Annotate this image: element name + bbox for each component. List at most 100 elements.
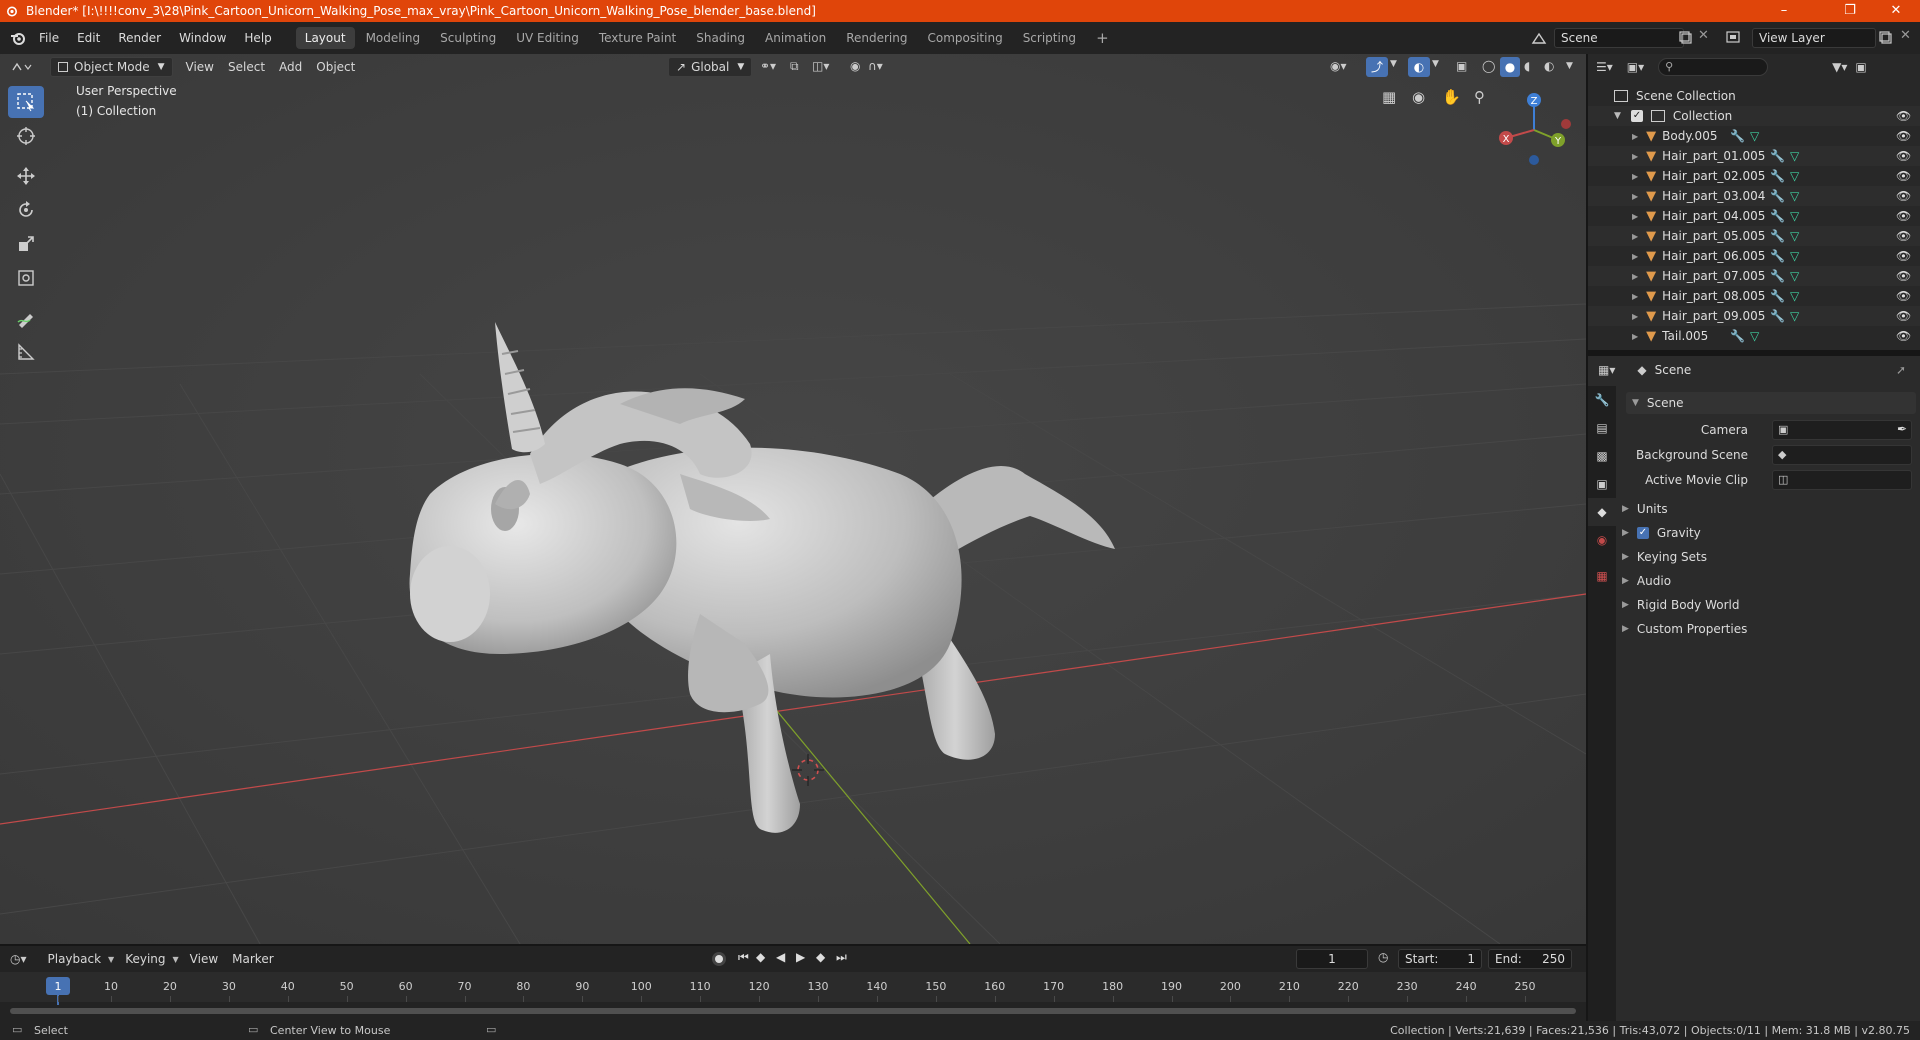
visibility-eye-icon[interactable]: 👁: [1896, 269, 1911, 283]
select-box-tool[interactable]: [8, 86, 44, 118]
filter-icon[interactable]: ▼▾: [1832, 60, 1847, 74]
outliner-row-object[interactable]: ▶ ▼ Hair_part_03.004 🔧 ▽ 👁: [1588, 186, 1920, 206]
new-view-layer-icon[interactable]: [1878, 30, 1894, 46]
pin-icon[interactable]: ➚: [1896, 363, 1906, 377]
audio-panel-header[interactable]: ▶ Audio: [1622, 574, 1671, 588]
menu-help[interactable]: Help: [235, 22, 280, 54]
visibility-eye-icon[interactable]: 👁: [1896, 229, 1911, 243]
outliner-row-object[interactable]: ▶ ▼ Hair_part_06.005 🔧 ▽ 👁: [1588, 246, 1920, 266]
new-scene-icon[interactable]: [1678, 30, 1694, 46]
maximize-button[interactable]: ❐: [1828, 0, 1872, 22]
jump-start-button[interactable]: ⏮: [738, 950, 749, 965]
camera-field[interactable]: ▣ ✒: [1772, 420, 1912, 440]
visibility-eye-icon[interactable]: 👁: [1896, 189, 1911, 203]
rendered-shading-icon[interactable]: ◐: [1544, 59, 1554, 73]
prev-keyframe-button[interactable]: ◆: [756, 950, 765, 964]
zoom-view-icon[interactable]: ⚲: [1474, 88, 1485, 106]
add-workspace-button[interactable]: +: [1087, 27, 1118, 49]
snap-icon[interactable]: ⧉: [790, 59, 799, 74]
gravity-panel-header[interactable]: ▶ ✓ Gravity: [1622, 526, 1701, 540]
outliner-row-object[interactable]: ▶ ▼ Hair_part_01.005 🔧 ▽ 👁: [1588, 146, 1920, 166]
timeline-editor-icon[interactable]: ◷▾: [10, 952, 27, 966]
cursor-tool[interactable]: [8, 120, 44, 152]
menu-file[interactable]: File: [30, 22, 68, 54]
overlay-toggle-icon[interactable]: ◐: [1408, 57, 1430, 77]
tab-texture-paint[interactable]: Texture Paint: [590, 27, 685, 49]
tab-rendering[interactable]: Rendering: [837, 27, 916, 49]
mesh-data-icon[interactable]: ▽: [1790, 169, 1799, 183]
delete-view-layer-icon[interactable]: ✕: [1900, 28, 1911, 43]
outliner-row-object[interactable]: ▶ ▼ Hair_part_04.005 🔧 ▽ 👁: [1588, 206, 1920, 226]
visibility-eye-icon[interactable]: 👁: [1896, 149, 1911, 163]
scene-panel-header[interactable]: ▼ Scene: [1626, 392, 1916, 414]
outliner-row-object[interactable]: ▶ ▼ Hair_part_09.005 🔧 ▽ 👁: [1588, 306, 1920, 326]
custom-properties-panel-header[interactable]: ▶ Custom Properties: [1622, 622, 1747, 636]
mesh-data-icon[interactable]: ▽: [1790, 249, 1799, 263]
outliner-row-object[interactable]: ▶ ▼ Hair_part_07.005 🔧 ▽ 👁: [1588, 266, 1920, 286]
preview-range-icon[interactable]: ◷: [1378, 950, 1388, 964]
outliner-row-object[interactable]: ▶ ▼ Hair_part_08.005 🔧 ▽ 👁: [1588, 286, 1920, 306]
rigid-body-world-panel-header[interactable]: ▶ Rigid Body World: [1622, 598, 1739, 612]
tab-texture[interactable]: ▦: [1588, 562, 1616, 590]
tab-scripting[interactable]: Scripting: [1014, 27, 1085, 49]
delete-scene-icon[interactable]: ✕: [1698, 28, 1709, 43]
tab-uv-editing[interactable]: UV Editing: [507, 27, 588, 49]
navigation-gizmo[interactable]: Z Y X: [1486, 84, 1576, 174]
outliner-row-object[interactable]: ▶ ▼ Tail.005 🔧 ▽ 👁: [1588, 326, 1920, 346]
mesh-data-icon[interactable]: ▽: [1790, 149, 1799, 163]
object-mode-dropdown[interactable]: Object Mode ▼: [50, 57, 173, 77]
proportional-edit-icon[interactable]: ◉: [850, 59, 860, 73]
end-frame-field[interactable]: End: 250: [1488, 949, 1572, 969]
timeline-menu-keying[interactable]: Keying: [118, 949, 172, 969]
modifier-wrench-icon[interactable]: 🔧: [1730, 329, 1745, 343]
transform-tool[interactable]: [8, 262, 44, 294]
view-layer-field[interactable]: View Layer: [1752, 28, 1876, 48]
annotate-tool[interactable]: [8, 302, 44, 334]
modifier-wrench-icon[interactable]: 🔧: [1770, 309, 1785, 323]
menu-render[interactable]: Render: [109, 22, 170, 54]
gizmo-toggle-icon[interactable]: ⤴: [1366, 57, 1388, 77]
3d-viewport[interactable]: Object Mode ▼ View Select Add Object ↗ G…: [0, 54, 1586, 944]
view-layer-icon[interactable]: [1726, 30, 1746, 46]
modifier-wrench-icon[interactable]: 🔧: [1770, 169, 1785, 183]
tab-view-layer[interactable]: ▣: [1588, 470, 1616, 498]
play-reverse-button[interactable]: ◀: [776, 950, 785, 964]
outliner-editor-icon[interactable]: ☰▾: [1596, 60, 1613, 74]
modifier-wrench-icon[interactable]: 🔧: [1730, 129, 1745, 143]
menu-edit[interactable]: Edit: [68, 22, 109, 54]
active-movie-clip-field[interactable]: ◫: [1772, 470, 1912, 490]
camera-view-icon[interactable]: ◉: [1412, 88, 1425, 106]
pan-view-icon[interactable]: ✋: [1442, 88, 1461, 106]
record-button[interactable]: [712, 952, 726, 966]
modifier-wrench-icon[interactable]: 🔧: [1770, 269, 1785, 283]
wireframe-shading-icon[interactable]: ◯: [1482, 59, 1495, 73]
expand-arrow-icon[interactable]: ▶: [1632, 232, 1638, 241]
modifier-wrench-icon[interactable]: 🔧: [1770, 289, 1785, 303]
xray-icon[interactable]: ▣: [1456, 59, 1467, 73]
outliner-row-collection[interactable]: ▼ ✓ Collection 👁: [1588, 106, 1920, 126]
new-collection-icon[interactable]: ▣: [1855, 60, 1866, 74]
measure-tool[interactable]: [8, 336, 44, 368]
mesh-data-icon[interactable]: ▽: [1790, 309, 1799, 323]
mesh-data-icon[interactable]: ▽: [1790, 269, 1799, 283]
expand-arrow-icon[interactable]: ▶: [1632, 132, 1638, 141]
tab-shading[interactable]: Shading: [687, 27, 754, 49]
viewport-menu-object[interactable]: Object: [309, 57, 362, 77]
modifier-wrench-icon[interactable]: 🔧: [1770, 189, 1785, 203]
units-panel-header[interactable]: ▶ Units: [1622, 502, 1668, 516]
eyedropper-icon[interactable]: ✒: [1897, 422, 1907, 436]
display-mode-icon[interactable]: ▣▾: [1627, 60, 1644, 74]
material-shading-icon[interactable]: ◖: [1524, 59, 1530, 73]
mesh-data-icon[interactable]: ▽: [1790, 189, 1799, 203]
visibility-eye-icon[interactable]: 👁: [1896, 129, 1911, 143]
move-tool[interactable]: [8, 160, 44, 192]
properties-editor-icon[interactable]: ▦▾: [1598, 363, 1615, 377]
start-frame-field[interactable]: Start: 1: [1398, 949, 1482, 969]
outliner-row-object[interactable]: ▶ ▼ Hair_part_05.005 🔧 ▽ 👁: [1588, 226, 1920, 246]
visibility-eye-icon[interactable]: 👁: [1896, 109, 1911, 123]
expand-arrow-icon[interactable]: ▶: [1632, 332, 1638, 341]
snap-target-icon[interactable]: ◫▾: [812, 59, 829, 73]
tab-render[interactable]: ▤: [1588, 414, 1616, 442]
outliner-row-scene-collection[interactable]: Scene Collection: [1588, 86, 1920, 106]
outliner-row-object[interactable]: ▶ ▼ Hair_part_02.005 🔧 ▽ 👁: [1588, 166, 1920, 186]
